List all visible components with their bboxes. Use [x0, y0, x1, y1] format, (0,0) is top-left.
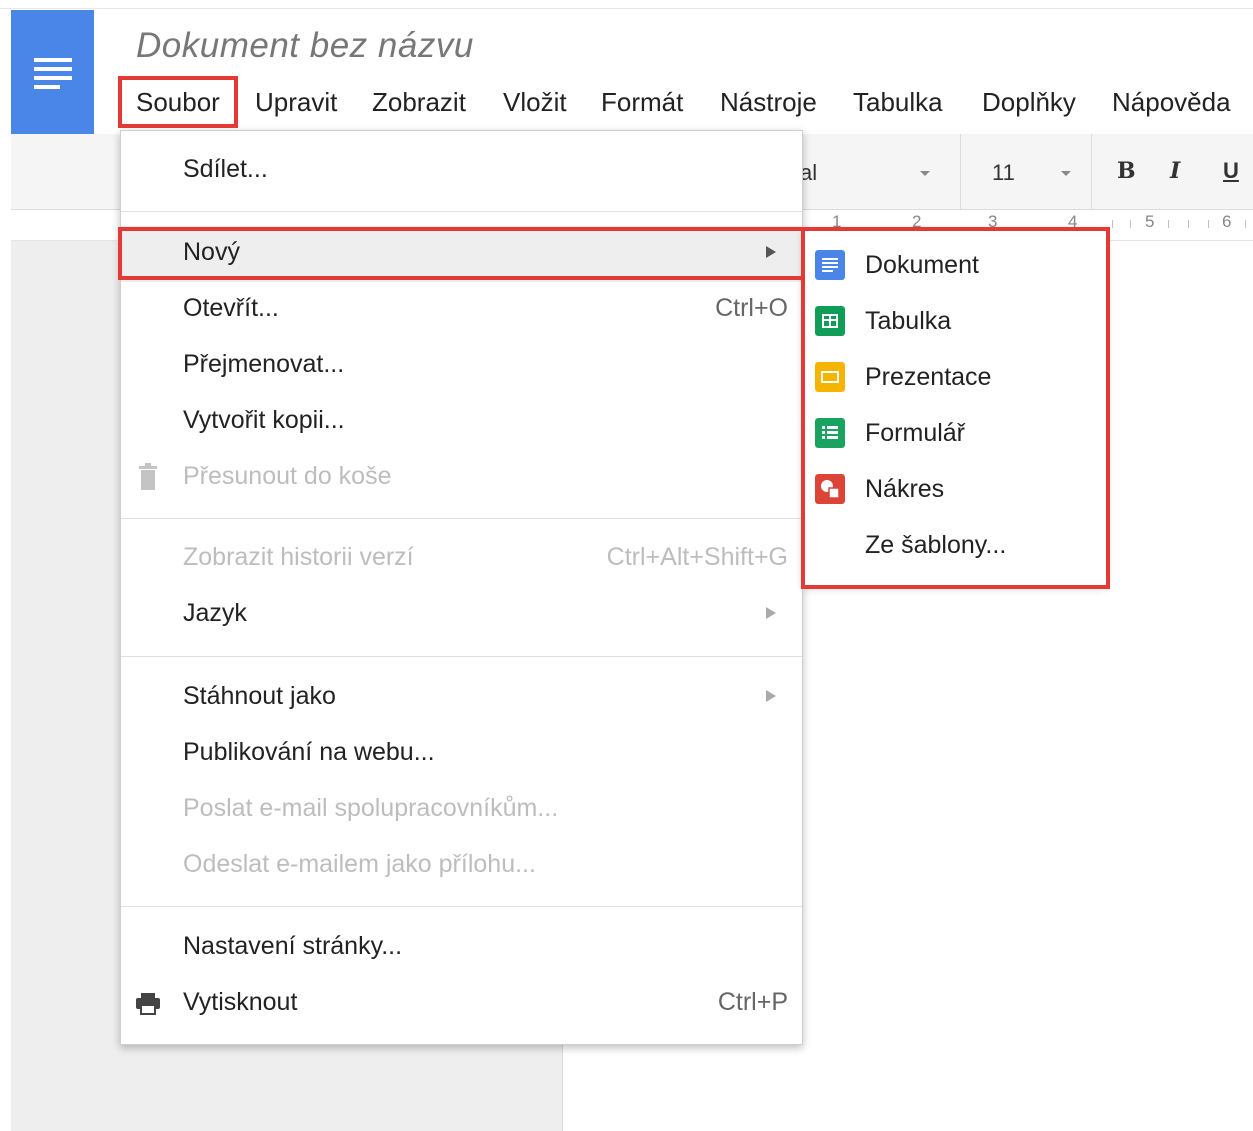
menu-item-label: Nastavení stránky...	[183, 932, 403, 960]
menu-divider	[121, 211, 802, 212]
menu-item-label: Poslat e-mail spolupracovníkům...	[183, 794, 559, 822]
menu-item-label: Otevřít...	[183, 294, 279, 322]
menu-item-download[interactable]: Stáhnout jako	[121, 670, 802, 726]
menu-divider	[121, 518, 802, 519]
menu-item-publish[interactable]: Publikování na webu...	[121, 726, 802, 782]
ruler-mark: 6	[1222, 212, 1232, 231]
window-top-edge	[0, 0, 1253, 9]
highlight-box-submenu	[801, 227, 1110, 589]
menu-item-label: Sdílet...	[183, 155, 268, 183]
menu-upravit[interactable]: Upravit	[255, 82, 337, 122]
menu-item-share[interactable]: Sdílet...	[121, 143, 802, 199]
menu-item-label: Přejmenovat...	[183, 350, 345, 378]
ruler-tick	[1130, 220, 1131, 228]
menu-item-trash[interactable]: Přesunout do koše	[121, 450, 802, 506]
ruler-tick	[1208, 220, 1209, 228]
menu-vlozit[interactable]: Vložit	[503, 82, 567, 122]
menu-divider	[121, 656, 802, 657]
menu-item-label: Vytvořit kopii...	[183, 406, 345, 434]
submenu-arrow-icon	[766, 690, 776, 702]
menu-zobrazit[interactable]: Zobrazit	[372, 82, 466, 122]
shortcut-label: Ctrl+Alt+Shift+G	[606, 543, 788, 571]
toolbar-divider	[960, 134, 961, 209]
menu-item-copy[interactable]: Vytvořit kopii...	[121, 394, 802, 450]
ruler-tick	[1245, 220, 1246, 228]
menu-item-label: Publikování na webu...	[183, 738, 435, 766]
menu-item-label: Stáhnout jako	[183, 682, 336, 710]
highlight-box-novy	[118, 227, 805, 280]
ruler-mark: 5	[1145, 212, 1155, 231]
menu-item-label: Přesunout do koše	[183, 462, 392, 490]
chevron-down-icon[interactable]	[920, 171, 930, 176]
submenu-arrow-icon	[766, 607, 776, 619]
ruler-tick	[1168, 220, 1169, 228]
menu-item-label: Zobrazit historii verzí	[183, 543, 414, 571]
print-icon	[136, 993, 160, 1015]
menu-item-rename[interactable]: Přejmenovat...	[121, 338, 802, 394]
menu-item-email-attachment[interactable]: Odeslat e-mailem jako přílohu...	[121, 838, 802, 894]
menu-item-open[interactable]: Otevřít... Ctrl+O	[121, 282, 802, 338]
menu-format[interactable]: Formát	[601, 82, 683, 122]
bold-button[interactable]: B	[1117, 158, 1136, 184]
menu-item-language[interactable]: Jazyk	[121, 587, 802, 643]
docs-home-icon[interactable]	[11, 10, 94, 134]
toolbar-divider	[1091, 134, 1092, 209]
shortcut-label: Ctrl+P	[717, 988, 788, 1016]
shortcut-label: Ctrl+O	[715, 294, 788, 322]
chevron-down-icon[interactable]	[1061, 171, 1071, 176]
menu-doplnky[interactable]: Doplňky	[982, 82, 1076, 122]
font-size-select[interactable]: 11	[992, 160, 1015, 186]
menu-item-label: Jazyk	[183, 599, 247, 627]
menu-item-page-setup[interactable]: Nastavení stránky...	[121, 920, 802, 976]
menu-divider	[121, 906, 802, 907]
menu-item-label: Vytisknout	[183, 988, 298, 1016]
ruler-tick	[1112, 220, 1113, 228]
italic-button[interactable]: I	[1170, 158, 1180, 184]
menu-nastroje[interactable]: Nástroje	[720, 82, 817, 122]
menu-napoveda[interactable]: Nápověda	[1112, 82, 1231, 122]
menu-item-version-history[interactable]: Zobrazit historii verzí Ctrl+Alt+Shift+G	[121, 531, 802, 587]
underline-button[interactable]: U	[1223, 158, 1239, 184]
trash-icon	[139, 463, 157, 490]
menu-item-print[interactable]: Vytisknout Ctrl+P	[121, 976, 802, 1032]
document-title[interactable]: Dokument bez názvu	[136, 26, 474, 66]
menu-item-label: Odeslat e-mailem jako přílohu...	[183, 850, 536, 878]
menu-tabulka[interactable]: Tabulka	[853, 82, 943, 122]
ruler-tick	[1188, 220, 1189, 228]
menu-item-email-collaborators[interactable]: Poslat e-mail spolupracovníkům...	[121, 782, 802, 838]
highlight-box-soubor	[118, 76, 238, 128]
